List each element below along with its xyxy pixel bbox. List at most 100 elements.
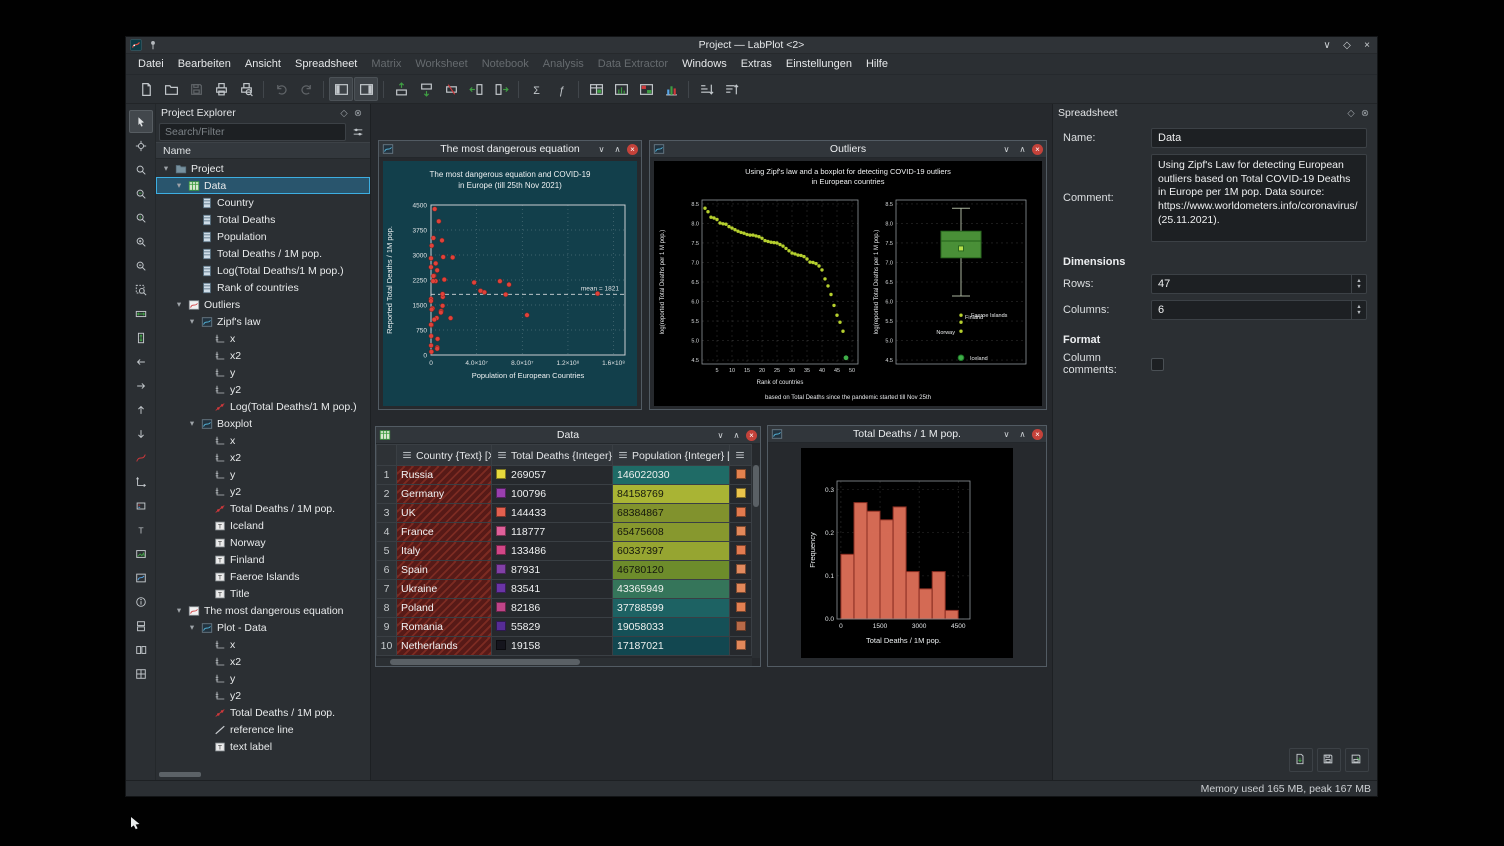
cell-population[interactable]: 19058033 bbox=[613, 618, 730, 637]
zoom-fit-x-button[interactable] bbox=[129, 302, 153, 325]
zoom-x-select-button[interactable] bbox=[129, 182, 153, 205]
scrollbar-handle[interactable] bbox=[390, 659, 580, 665]
cell-extra[interactable] bbox=[730, 485, 752, 504]
shade-icon[interactable]: ∨ bbox=[1000, 143, 1013, 156]
row-number[interactable]: 6 bbox=[377, 561, 397, 580]
row-number[interactable]: 5 bbox=[377, 542, 397, 561]
cell-total-deaths[interactable]: 100796 bbox=[492, 485, 613, 504]
cell-population[interactable]: 46780120 bbox=[613, 561, 730, 580]
shift-up-button[interactable] bbox=[129, 398, 153, 421]
expander-icon[interactable]: ▾ bbox=[174, 605, 184, 616]
expander-icon[interactable]: ▾ bbox=[187, 622, 197, 633]
tree-item-text-label[interactable]: Ttext label bbox=[156, 738, 370, 755]
row-number[interactable]: 3 bbox=[377, 504, 397, 523]
tree-item-y2[interactable]: y2 bbox=[156, 483, 370, 500]
tree-item-x[interactable]: x bbox=[156, 432, 370, 449]
column-header[interactable]: Country {Text} [X] bbox=[397, 445, 492, 466]
cell-population[interactable]: 60337397 bbox=[613, 542, 730, 561]
cell-population[interactable]: 65475608 bbox=[613, 523, 730, 542]
titlebar[interactable]: Project — LabPlot <2> ∨ ◇ × bbox=[126, 37, 1377, 54]
tree-item-y[interactable]: y bbox=[156, 670, 370, 687]
tree-item-zipf-s-law[interactable]: ▾Zipf's law bbox=[156, 313, 370, 330]
comment-field[interactable]: Using Zipf's Law for detecting European … bbox=[1151, 154, 1367, 242]
column-header[interactable]: Population {Integer} [Y] bbox=[613, 445, 730, 466]
sort-ascending-button[interactable] bbox=[694, 77, 718, 101]
properties-dock-header[interactable]: Spreadsheet ◇ ⊗ bbox=[1053, 104, 1377, 122]
subwindow-titlebar[interactable]: Outliers ∨ ∧ × bbox=[650, 141, 1046, 158]
row-number[interactable]: 4 bbox=[377, 523, 397, 542]
menu-windows[interactable]: Windows bbox=[675, 56, 734, 72]
row-number[interactable]: 2 bbox=[377, 485, 397, 504]
cell-country[interactable]: France bbox=[397, 523, 492, 542]
sort-descending-button[interactable] bbox=[719, 77, 743, 101]
close-subwindow-icon[interactable]: × bbox=[1032, 429, 1043, 440]
menu-extras[interactable]: Extras bbox=[734, 56, 779, 72]
tree-item-total-deaths-1m-pop[interactable]: Total Deaths / 1M pop. bbox=[156, 704, 370, 721]
column-header[interactable]: Total Deaths {Integer} [Y] bbox=[492, 445, 613, 466]
tree-item-population[interactable]: Population bbox=[156, 228, 370, 245]
redo-button[interactable] bbox=[294, 77, 318, 101]
zoom-in-button[interactable] bbox=[129, 230, 153, 253]
value-labels-button[interactable] bbox=[584, 77, 608, 101]
close-subwindow-icon[interactable]: × bbox=[627, 144, 638, 155]
scrollbar-handle[interactable] bbox=[753, 465, 759, 507]
menu-einstellungen[interactable]: Einstellungen bbox=[779, 56, 859, 72]
cell-population[interactable]: 68384867 bbox=[613, 504, 730, 523]
shift-down-button[interactable] bbox=[129, 422, 153, 445]
restore-icon[interactable]: ∧ bbox=[1016, 143, 1029, 156]
cell-extra[interactable] bbox=[730, 637, 752, 656]
cell-population[interactable]: 17187021 bbox=[613, 637, 730, 656]
add-curve-button[interactable] bbox=[129, 446, 153, 469]
undo-button[interactable] bbox=[269, 77, 293, 101]
tree-item-y[interactable]: y bbox=[156, 466, 370, 483]
tree-item-faeroe-islands[interactable]: TFaeroe Islands bbox=[156, 568, 370, 585]
name-field[interactable] bbox=[1151, 128, 1367, 148]
cell-extra[interactable] bbox=[730, 561, 752, 580]
minimize-icon[interactable]: ∨ bbox=[1321, 40, 1333, 51]
toggle-project-explorer-button[interactable] bbox=[329, 77, 353, 101]
explorer-hscrollbar[interactable] bbox=[159, 772, 367, 778]
conditional-formatting-button[interactable] bbox=[634, 77, 658, 101]
cell-extra[interactable] bbox=[730, 542, 752, 561]
zoom-out-button[interactable] bbox=[129, 254, 153, 277]
shade-icon[interactable]: ∨ bbox=[595, 143, 608, 156]
expander-icon[interactable]: ▾ bbox=[174, 180, 184, 191]
search-input[interactable] bbox=[159, 123, 346, 141]
tree-item-log-total-deaths-1-m-pop[interactable]: Log(Total Deaths/1 M pop.) bbox=[156, 398, 370, 415]
plot-data-button[interactable] bbox=[659, 77, 683, 101]
cell-population[interactable]: 43365949 bbox=[613, 580, 730, 599]
cell-extra[interactable] bbox=[730, 466, 752, 485]
restore-icon[interactable]: ∧ bbox=[1016, 428, 1029, 441]
tree-item-title[interactable]: TTitle bbox=[156, 585, 370, 602]
row-number[interactable]: 1 bbox=[377, 466, 397, 485]
cell-country[interactable]: Spain bbox=[397, 561, 492, 580]
tree-item-data[interactable]: ▾Data bbox=[156, 177, 370, 194]
close-dock-icon[interactable]: ⊗ bbox=[1358, 106, 1372, 120]
toggle-properties-explorer-button[interactable] bbox=[354, 77, 378, 101]
worksheet-view-outliers[interactable]: Using Zipf's law and a boxplot for detec… bbox=[650, 158, 1046, 409]
add-text-label-button[interactable]: T bbox=[129, 518, 153, 541]
spinbox-arrows-icon[interactable]: ▲▼ bbox=[1351, 301, 1366, 319]
insert-row-above-button[interactable] bbox=[389, 77, 413, 101]
save-button[interactable] bbox=[1317, 748, 1341, 772]
subwindow-titlebar[interactable]: Data ∨ ∧ × bbox=[376, 427, 760, 444]
tree-item-total-deaths[interactable]: Total Deaths bbox=[156, 211, 370, 228]
tree-item-x[interactable]: x bbox=[156, 330, 370, 347]
zoom-fit-button[interactable] bbox=[129, 278, 153, 301]
tree-item-x[interactable]: x bbox=[156, 636, 370, 653]
close-subwindow-icon[interactable]: × bbox=[1032, 144, 1043, 155]
open-project-button[interactable] bbox=[159, 77, 183, 101]
tree-item-boxplot[interactable]: ▾Boxplot bbox=[156, 415, 370, 432]
tree-item-x2[interactable]: x2 bbox=[156, 653, 370, 670]
filter-options-button[interactable] bbox=[349, 123, 367, 141]
tree-column-header[interactable]: Name bbox=[156, 142, 370, 159]
close-subwindow-icon[interactable]: × bbox=[746, 430, 757, 441]
column-statistics-button[interactable] bbox=[609, 77, 633, 101]
cell-total-deaths[interactable]: 55829 bbox=[492, 618, 613, 637]
column-comments-checkbox[interactable] bbox=[1151, 358, 1164, 371]
shift-left-button[interactable] bbox=[129, 350, 153, 373]
restore-icon[interactable]: ∧ bbox=[611, 143, 624, 156]
close-dock-icon[interactable]: ⊗ bbox=[351, 106, 365, 120]
print-preview-button[interactable] bbox=[234, 77, 258, 101]
float-dock-icon[interactable]: ◇ bbox=[337, 106, 351, 120]
